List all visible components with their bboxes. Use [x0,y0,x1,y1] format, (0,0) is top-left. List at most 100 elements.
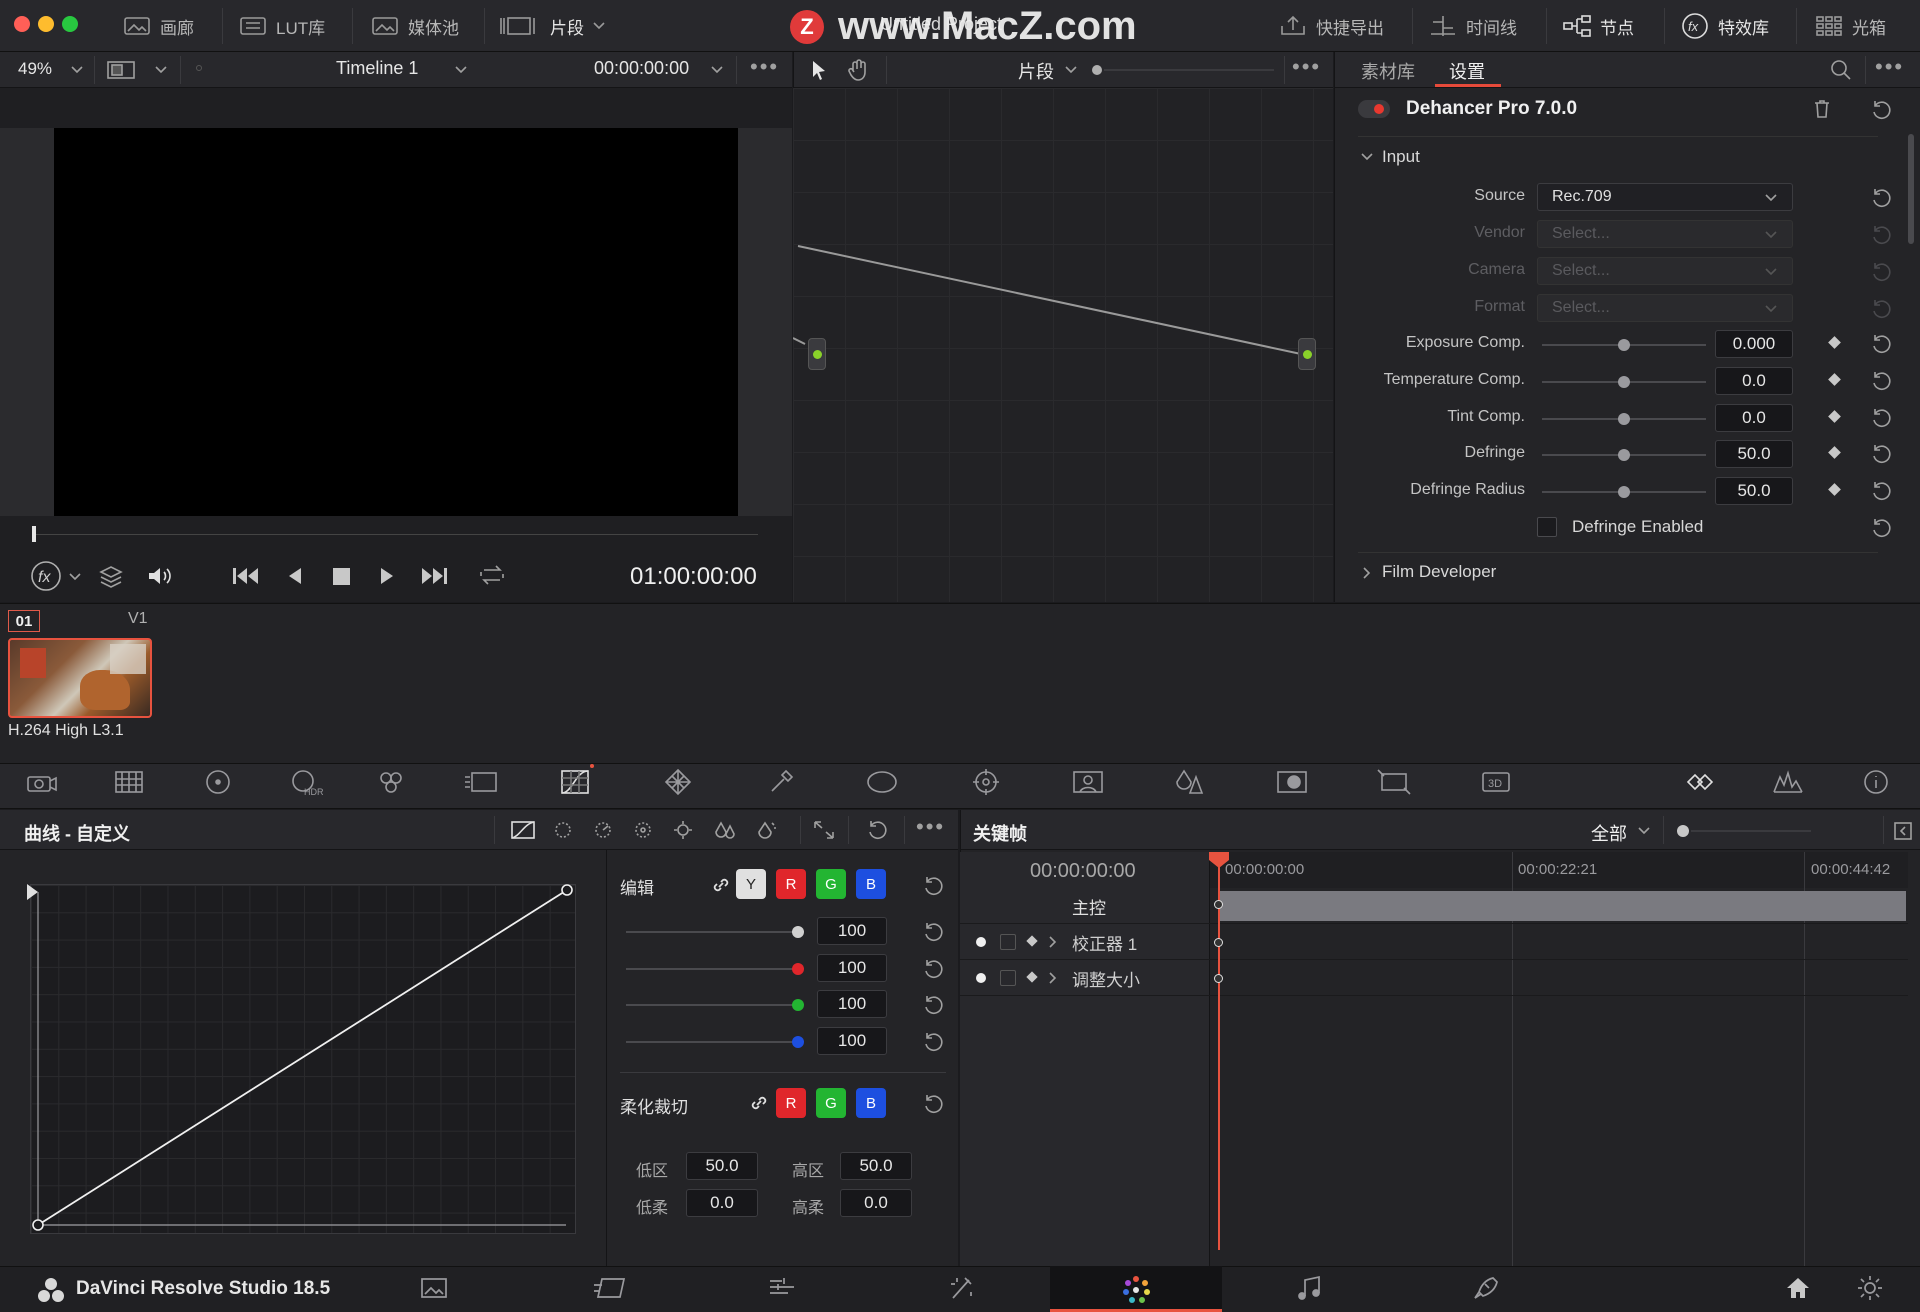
chevron-down-icon[interactable] [70,65,84,75]
keyframe-filter[interactable]: 全部 [1591,820,1627,846]
source-dropdown[interactable]: Rec.709 [1537,183,1793,211]
low-soft-field[interactable]: 0.0 [686,1189,758,1217]
lock-icon[interactable] [1000,970,1016,986]
minimize-window-button[interactable] [38,16,54,32]
link-icon[interactable] [710,874,732,896]
more-options-icon[interactable]: ••• [1875,54,1904,80]
lock-icon[interactable] [1000,934,1016,950]
reset-icon[interactable] [1870,406,1892,428]
reset-icon[interactable] [1870,442,1892,464]
reset-icon[interactable] [1870,98,1892,120]
pointer-icon[interactable] [808,58,830,82]
node-mode-label[interactable]: 片段 [1018,58,1054,84]
intensity-r-slider[interactable] [626,963,804,975]
fx-icon[interactable]: fx [30,560,66,592]
keyframe-zoom-knob[interactable] [1677,825,1689,837]
defringe-radius-slider[interactable] [1542,486,1706,498]
zoom-window-button[interactable] [62,16,78,32]
viewer-mode-icon[interactable] [106,60,136,80]
more-options-icon[interactable]: ••• [1292,54,1321,80]
defringe-field[interactable]: 50.0 [1715,440,1793,468]
chevron-down-icon[interactable] [1360,152,1374,162]
reset-icon[interactable] [922,957,944,979]
visibility-dot[interactable] [976,973,986,983]
layers-icon[interactable] [98,564,124,588]
intensity-r-field[interactable]: 100 [817,954,887,982]
defringe-slider[interactable] [1542,449,1706,461]
channel-b-button[interactable]: B [856,869,886,899]
play-icon[interactable] [376,564,398,588]
key-tool[interactable] [1270,764,1314,800]
format-dropdown[interactable]: Select... [1537,294,1793,322]
chevron-right-icon[interactable] [1362,566,1372,580]
primaries-tool[interactable] [196,764,240,800]
reset-icon[interactable] [1870,186,1892,208]
tab-lut[interactable]: LUT库 [238,0,325,52]
tab-timeline[interactable]: 时间线 [1428,0,1517,52]
intensity-g-field[interactable]: 100 [817,990,887,1018]
reset-icon[interactable] [922,874,944,896]
camera-dropdown[interactable]: Select... [1537,257,1793,285]
chevron-down-icon[interactable] [1637,826,1651,836]
info-tool[interactable] [1854,764,1898,800]
color-warper-tool[interactable] [656,764,700,800]
trash-icon[interactable] [1812,98,1832,120]
loop-icon[interactable] [476,562,508,588]
timeline-name[interactable]: Timeline 1 [336,58,418,79]
inspector-scrollbar[interactable] [1908,134,1914,244]
playhead-handle[interactable] [32,526,36,542]
close-window-button[interactable] [14,16,30,32]
channel-y-button[interactable]: Y [736,869,766,899]
playhead-marker-icon[interactable] [1209,852,1229,868]
tab-quick-export[interactable]: 快捷导出 [1278,0,1384,52]
sizing-tool[interactable] [1372,764,1416,800]
hdr-tool[interactable]: HDR [284,764,328,800]
sat-vs-sat-icon[interactable] [712,820,738,840]
vendor-dropdown[interactable]: Select... [1537,220,1793,248]
reset-icon[interactable] [1870,332,1892,354]
3d-tool[interactable]: 3D [1474,764,1518,800]
intensity-b-slider[interactable] [626,1036,804,1048]
keyframe-row-sizing[interactable]: 调整大小 [960,960,1908,996]
exposure-comp-field[interactable]: 0.000 [1715,330,1793,358]
tab-gallery[interactable]: 画廊 [122,0,194,52]
plugin-enable-toggle[interactable] [1358,100,1390,118]
intensity-y-field[interactable]: 100 [817,917,887,945]
deliver-page-button[interactable] [1464,1268,1508,1308]
curves-tool[interactable] [554,764,598,800]
soft-clip-g-button[interactable]: G [816,1088,846,1118]
chevron-down-icon[interactable] [454,65,468,75]
tint-comp-field[interactable]: 0.0 [1715,404,1793,432]
node-output[interactable] [1298,338,1316,370]
tint-comp-slider[interactable] [1542,413,1706,425]
sat-vs-lum-icon[interactable] [752,820,778,840]
visibility-dot[interactable] [976,937,986,947]
scopes-tool[interactable] [1766,764,1810,800]
blur-tool[interactable] [1168,764,1212,800]
low-field[interactable]: 50.0 [686,1152,758,1180]
fusion-page-button[interactable] [940,1268,984,1308]
reset-icon[interactable] [922,920,944,942]
soft-clip-b-button[interactable]: B [856,1088,886,1118]
zoom-level[interactable]: 49% [18,59,52,79]
volume-icon[interactable] [146,564,174,588]
keyframe-playhead[interactable] [1218,858,1220,1250]
home-button[interactable] [1776,1268,1820,1308]
node-input[interactable] [808,338,826,370]
chevron-right-icon[interactable] [1048,971,1058,985]
high-field[interactable]: 50.0 [840,1152,912,1180]
intensity-g-slider[interactable] [626,999,804,1011]
keyframe-row-corrector[interactable]: 校正器 1 [960,924,1908,960]
node-zoom-slider[interactable] [1104,69,1274,71]
channel-r-button[interactable]: R [776,869,806,899]
skip-to-start-icon[interactable] [230,564,260,588]
qualifier-tool[interactable] [760,764,804,800]
tab-lightbox[interactable]: 光箱 [1814,0,1886,52]
keyframe-diamond-icon[interactable] [1026,935,1038,947]
reset-icon[interactable] [1870,516,1892,538]
media-page-button[interactable] [412,1268,456,1308]
tab-media-pool[interactable]: 媒体池 [370,0,459,52]
input-section-label[interactable]: Input [1382,147,1420,167]
reset-icon[interactable] [922,993,944,1015]
stop-icon[interactable] [330,564,354,588]
